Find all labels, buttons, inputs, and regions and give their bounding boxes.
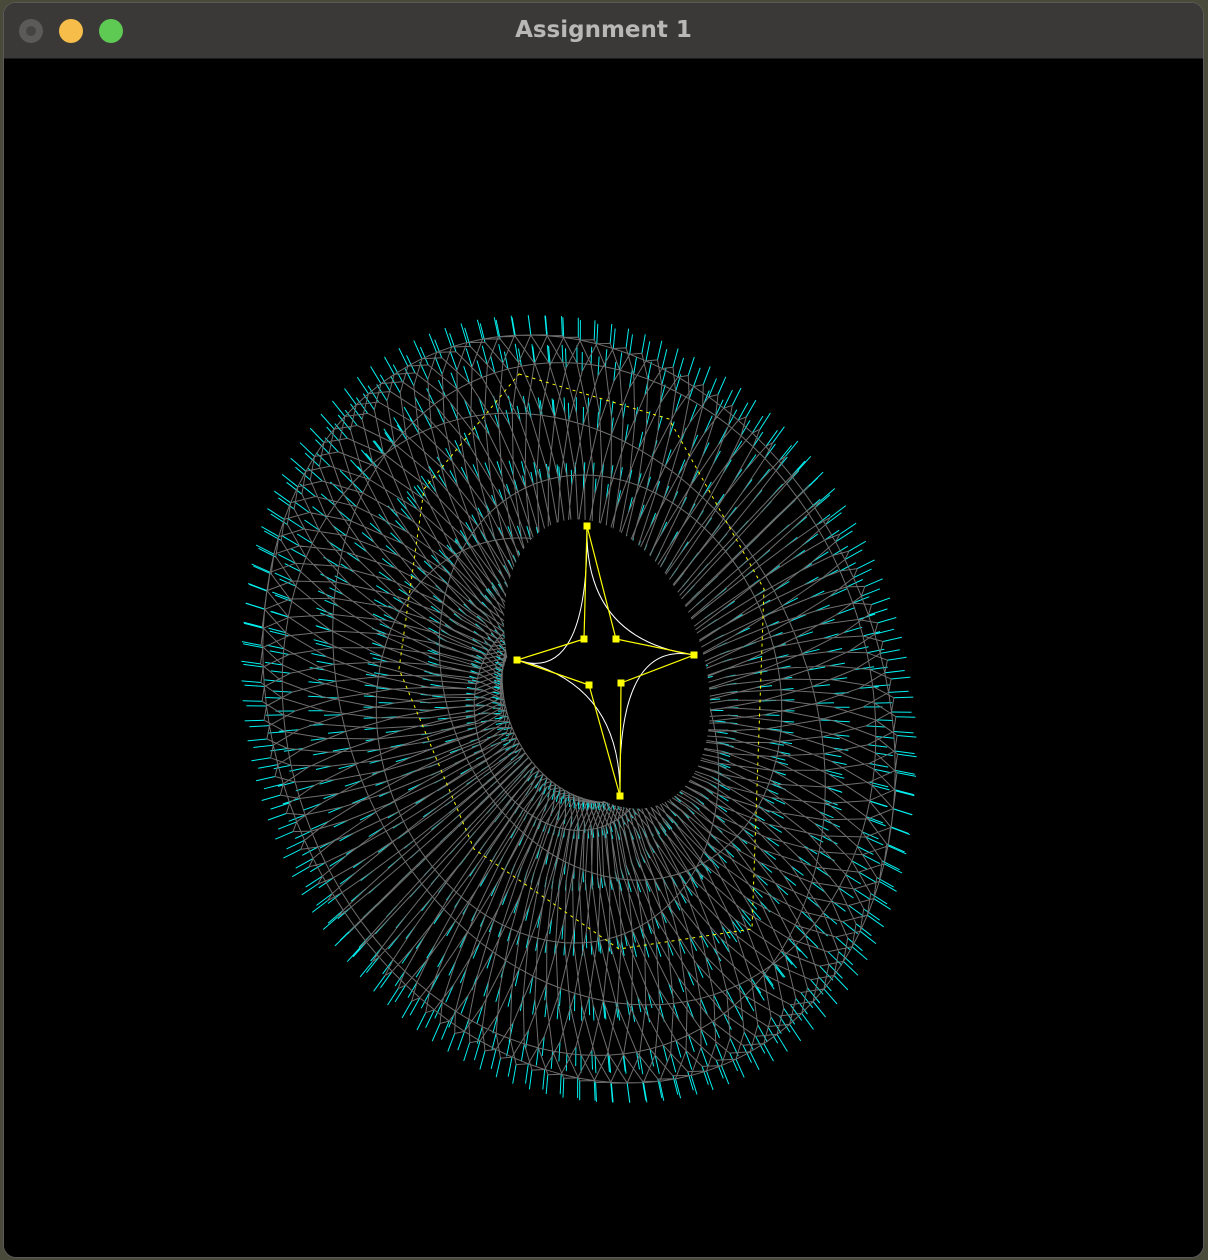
window-title: Assignment 1 [515, 17, 692, 43]
control-point[interactable] [690, 651, 698, 659]
opengl-canvas[interactable] [4, 59, 1203, 1257]
scene-svg [241, 315, 917, 1103]
control-point[interactable] [583, 522, 591, 530]
control-point[interactable] [617, 679, 625, 687]
control-point[interactable] [612, 635, 620, 643]
control-point[interactable] [585, 681, 593, 689]
surface-wireframe [260, 334, 898, 1084]
control-point[interactable] [513, 656, 521, 664]
app-window: Assignment 1 [4, 3, 1203, 1257]
title-bar[interactable]: Assignment 1 [4, 3, 1203, 59]
control-point[interactable] [616, 792, 624, 800]
control-point[interactable] [580, 635, 588, 643]
